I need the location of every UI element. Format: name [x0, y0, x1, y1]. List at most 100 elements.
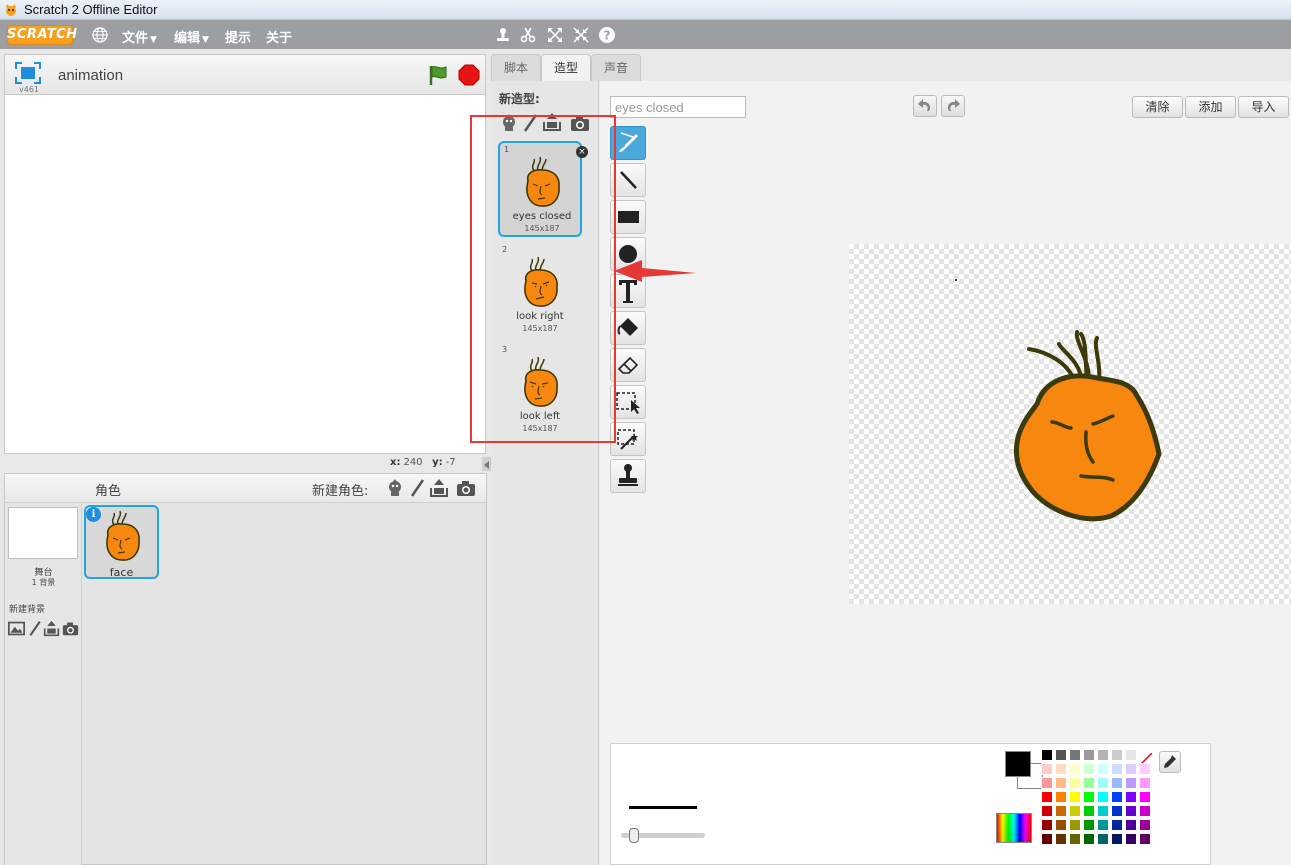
primary-color-swatch[interactable]: [1005, 751, 1031, 777]
stage-thumbnail[interactable]: [8, 507, 78, 559]
color-swatch[interactable]: [1069, 763, 1081, 775]
color-swatch[interactable]: [1111, 805, 1123, 817]
camera-backdrop-icon[interactable]: [62, 620, 79, 637]
color-swatch[interactable]: [1041, 819, 1053, 831]
color-swatch[interactable]: [1055, 819, 1067, 831]
project-title[interactable]: animation: [58, 67, 123, 84]
color-swatch[interactable]: [1097, 833, 1109, 845]
color-swatch[interactable]: [1125, 805, 1137, 817]
transparent-color-swatch[interactable]: [1139, 749, 1153, 766]
color-swatch[interactable]: [1125, 763, 1137, 775]
color-swatch[interactable]: [1139, 791, 1151, 803]
color-swatch[interactable]: [1139, 763, 1151, 775]
add-button[interactable]: 添加: [1185, 96, 1236, 118]
shrink-icon[interactable]: [572, 26, 590, 44]
color-swatch[interactable]: [1139, 833, 1151, 845]
import-button[interactable]: 导入: [1238, 96, 1289, 118]
eyedropper-button[interactable]: [1159, 751, 1181, 773]
color-swatch[interactable]: [1097, 791, 1109, 803]
language-globe-icon[interactable]: [92, 27, 108, 43]
upload-backdrop-icon[interactable]: [43, 620, 60, 637]
color-swatch[interactable]: [1125, 749, 1137, 761]
color-swatch[interactable]: [1111, 763, 1123, 775]
menu-edit[interactable]: 编辑 ▼: [174, 27, 209, 46]
color-swatch[interactable]: [1041, 777, 1053, 789]
magic-select-icon: [617, 429, 638, 450]
color-swatch[interactable]: [1097, 749, 1109, 761]
color-swatch[interactable]: [1111, 749, 1123, 761]
tab-sounds[interactable]: 声音: [591, 54, 641, 82]
color-swatch[interactable]: [1083, 763, 1095, 775]
color-swatch[interactable]: [1083, 819, 1095, 831]
duplicate-icon[interactable]: [494, 26, 512, 44]
backdrop-library-icon[interactable]: [8, 620, 25, 637]
costume-name-input[interactable]: [610, 96, 746, 118]
tab-scripts[interactable]: 脚本: [491, 54, 541, 82]
color-swatch[interactable]: [1069, 833, 1081, 845]
color-swatch[interactable]: [1111, 791, 1123, 803]
color-swatch[interactable]: [1083, 833, 1095, 845]
color-swatch[interactable]: [1055, 833, 1067, 845]
color-swatch[interactable]: [1097, 805, 1109, 817]
color-swatch[interactable]: [1139, 777, 1151, 789]
color-swatch[interactable]: [1069, 777, 1081, 789]
color-swatch[interactable]: [1097, 777, 1109, 789]
scratch-logo[interactable]: SCRATCH: [7, 25, 77, 45]
presentation-mode-icon[interactable]: [15, 62, 41, 84]
color-swatch[interactable]: [1111, 819, 1123, 831]
color-swatch[interactable]: [1069, 819, 1081, 831]
stage-canvas[interactable]: [4, 94, 486, 454]
color-swatch[interactable]: [1055, 777, 1067, 789]
color-swatch[interactable]: [1125, 819, 1137, 831]
color-swatch[interactable]: [1069, 791, 1081, 803]
collapse-stage-handle[interactable]: [482, 457, 491, 471]
camera-sprite-icon[interactable]: [456, 478, 476, 498]
stop-sign-icon[interactable]: [458, 64, 480, 86]
color-swatch[interactable]: [1055, 763, 1067, 775]
color-swatch[interactable]: [1083, 777, 1095, 789]
color-swatch[interactable]: [1069, 749, 1081, 761]
tab-costumes[interactable]: 造型: [541, 54, 591, 83]
sprite-tile[interactable]: i face: [84, 505, 159, 579]
color-swatch[interactable]: [1055, 805, 1067, 817]
color-swatch[interactable]: [1111, 833, 1123, 845]
drawing-canvas[interactable]: [849, 244, 1291, 604]
color-swatch[interactable]: [1125, 777, 1137, 789]
green-flag-icon[interactable]: [426, 63, 450, 87]
color-swatch[interactable]: [1055, 749, 1067, 761]
color-swatch[interactable]: [1139, 805, 1151, 817]
menu-file[interactable]: 文件 ▼: [122, 27, 157, 46]
sprite-library-icon[interactable]: [385, 478, 405, 498]
color-spectrum-picker[interactable]: [996, 813, 1032, 843]
paint-backdrop-icon[interactable]: [27, 620, 44, 637]
color-swatch[interactable]: [1097, 763, 1109, 775]
cut-icon[interactable]: [519, 26, 537, 44]
color-swatch[interactable]: [1125, 833, 1137, 845]
clear-button[interactable]: 清除: [1132, 96, 1183, 118]
color-swatch[interactable]: [1041, 749, 1053, 761]
color-swatch[interactable]: [1097, 819, 1109, 831]
redo-button[interactable]: [941, 95, 965, 117]
menu-about[interactable]: 关于: [266, 27, 292, 46]
color-swatch[interactable]: [1069, 805, 1081, 817]
paint-new-sprite-icon[interactable]: [408, 478, 428, 498]
color-swatch[interactable]: [1111, 777, 1123, 789]
color-swatch[interactable]: [1041, 763, 1053, 775]
stamp-tool[interactable]: [610, 459, 646, 493]
color-swatch[interactable]: [1083, 749, 1095, 761]
color-swatch[interactable]: [1055, 791, 1067, 803]
color-swatch[interactable]: [1083, 805, 1095, 817]
color-swatch[interactable]: [1083, 791, 1095, 803]
info-icon[interactable]: i: [86, 507, 101, 522]
color-swatch[interactable]: [1041, 805, 1053, 817]
color-swatch[interactable]: [1125, 791, 1137, 803]
undo-button[interactable]: [913, 95, 937, 117]
color-swatch[interactable]: [1041, 833, 1053, 845]
menu-tips[interactable]: 提示: [225, 27, 251, 46]
help-icon[interactable]: ?: [598, 26, 616, 44]
upload-sprite-icon[interactable]: [429, 478, 449, 498]
color-swatch[interactable]: [1041, 791, 1053, 803]
color-swatch[interactable]: [1139, 819, 1151, 831]
grow-icon[interactable]: [546, 26, 564, 44]
brush-width-slider-thumb[interactable]: [629, 828, 639, 843]
